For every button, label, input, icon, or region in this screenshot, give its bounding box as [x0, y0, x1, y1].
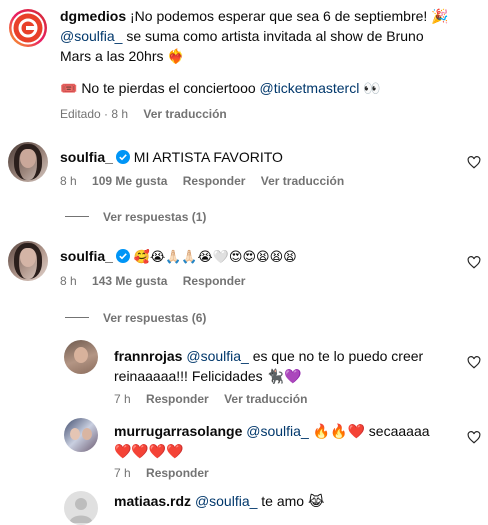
comment-1-text: MI ARTISTA FAVORITO [133, 149, 283, 165]
view-replies-label[interactable]: Ver respuestas (6) [103, 311, 206, 325]
avatar-frannrojas[interactable] [64, 340, 98, 374]
comment-2-username[interactable]: soulfia_ [60, 248, 113, 264]
reply-2-reply-button[interactable]: Responder [146, 466, 209, 480]
reply-3-mention[interactable]: @soulfia_ [195, 493, 257, 509]
reply-1-text2: reinaaaaa!!! Felicidades 🐈‍⬛💜 [114, 368, 302, 384]
reply-2-like-heart-icon[interactable] [467, 431, 481, 444]
caption-line4: 🎟️ No te pierdas el conciertooo [60, 80, 260, 96]
caption-mention-soulfia[interactable]: @soulfia_ [60, 28, 122, 44]
reply-3-text1: te amo 😹 [257, 493, 325, 509]
comment-1-likes[interactable]: 109 Me gusta [92, 174, 167, 188]
reply-1-reply-button[interactable]: Responder [146, 392, 209, 406]
dgmedios-logo-icon [9, 9, 47, 47]
reply-2-username[interactable]: murrugarrasolange [114, 423, 242, 439]
reply-2-meta: 7 h Responder [114, 466, 209, 480]
comment-1-username[interactable]: soulfia_ [60, 149, 113, 165]
comment-2-view-replies[interactable]: Ver respuestas (6) [65, 309, 206, 327]
divider-line [65, 317, 89, 319]
caption-edited: Editado · 8 h [60, 107, 129, 121]
reply-2-text1: 🔥🔥❤️ secaaaaa [308, 423, 430, 439]
comment-1-view-replies[interactable]: Ver respuestas (1) [65, 208, 206, 226]
divider-line [65, 216, 89, 218]
reply-1-time: 7 h [114, 392, 131, 406]
reply-2-text2: ❤️❤️❤️❤️ [114, 443, 184, 459]
comment-2-meta: 8 h 143 Me gusta Responder [60, 274, 245, 288]
comment-1-body: soulfia_ MI ARTISTA FAVORITO [60, 147, 283, 167]
caption-line4-suffix: 👀 [359, 80, 381, 96]
comment-2-reply-button[interactable]: Responder [183, 274, 246, 288]
comment-1-time: 8 h [60, 174, 77, 188]
reply-3-body: matiaas.rdz @soulfia_ te amo 😹 [114, 491, 464, 511]
comment-1-meta: 8 h 109 Me gusta Responder Ver traducció… [60, 174, 344, 188]
comment-2-likes[interactable]: 143 Me gusta [92, 274, 167, 288]
caption-meta: Editado · 8 h Ver traducción [60, 107, 227, 121]
comment-1-reply-button[interactable]: Responder [183, 174, 246, 188]
comment-2-text: 🥰😭🙏🏻🙏🏻😭🤍😍😍😫😫😫 [133, 249, 297, 264]
caption-line1: ¡No podemos esperar que sea 6 de septiem… [130, 8, 449, 24]
reply-1-meta: 7 h Responder Ver traducción [114, 392, 307, 406]
caption-line3: Mars a las 20hrs ❤️‍🔥 [60, 48, 185, 64]
avatar-dgmedios[interactable] [8, 8, 48, 48]
comment-2-like-heart-icon[interactable] [467, 256, 481, 269]
comment-1-translate-button[interactable]: Ver traducción [261, 174, 344, 188]
view-replies-label[interactable]: Ver respuestas (1) [103, 210, 206, 224]
caption-line2: se suma como artista invitada al show de… [122, 28, 424, 44]
avatar-soulfia[interactable] [8, 142, 48, 182]
avatar-matiaas-rdz[interactable] [64, 491, 98, 525]
verified-badge-icon [115, 249, 130, 263]
avatar-murrugarrasolange[interactable] [64, 418, 98, 452]
reply-1-like-heart-icon[interactable] [467, 356, 481, 369]
caption-text: dgmedios ¡No podemos esperar que sea 6 d… [60, 6, 480, 98]
reply-2-body: murrugarrasolange @soulfia_ 🔥🔥❤️ secaaaa… [114, 421, 464, 461]
verified-badge-icon [115, 150, 130, 164]
comment-2-time: 8 h [60, 274, 77, 288]
caption-translate-button[interactable]: Ver traducción [143, 107, 226, 121]
comment-2-body: soulfia_ 🥰😭🙏🏻🙏🏻😭🤍😍😍😫😫😫 [60, 246, 297, 267]
reply-1-text1: es que no te lo puedo creer [248, 348, 424, 364]
reply-1-username[interactable]: frannrojas [114, 348, 182, 364]
reply-2-time: 7 h [114, 466, 131, 480]
reply-2-mention[interactable]: @soulfia_ [246, 423, 308, 439]
reply-1-mention[interactable]: @soulfia_ [186, 348, 248, 364]
comment-1-like-heart-icon[interactable] [467, 156, 481, 169]
default-avatar-icon [69, 498, 93, 523]
avatar-soulfia-2[interactable] [8, 241, 48, 281]
reply-3-username[interactable]: matiaas.rdz [114, 493, 191, 509]
reply-1-translate-button[interactable]: Ver traducción [224, 392, 307, 406]
caption-username[interactable]: dgmedios [60, 8, 126, 24]
caption-mention-ticketmaster[interactable]: @ticketmastercl [260, 80, 360, 96]
reply-1-body: frannrojas @soulfia_ es que no te lo pue… [114, 346, 464, 386]
